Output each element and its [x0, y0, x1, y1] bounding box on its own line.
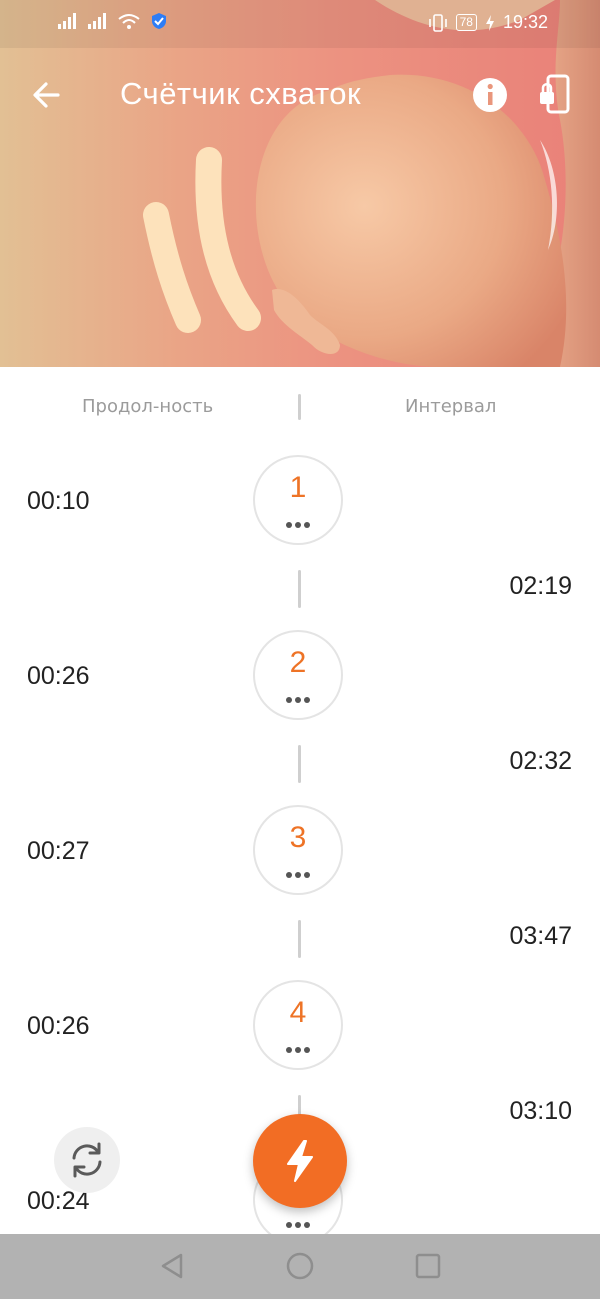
vibrate-icon [428, 13, 447, 32]
contraction-row: 00:26 4 [0, 980, 600, 1076]
contraction-row: 00:27 3 [0, 805, 600, 901]
page-title: Счётчик схваток [120, 76, 362, 111]
nav-recent-icon[interactable] [412, 1250, 444, 1282]
contraction-number-button[interactable]: 4 [253, 980, 343, 1070]
contraction-duration: 00:27 [27, 837, 90, 865]
contraction-number: 3 [289, 821, 307, 854]
contraction-interval: 03:10 [509, 1097, 572, 1125]
refresh-icon [72, 1142, 102, 1178]
contraction-number: 2 [289, 646, 307, 679]
info-button[interactable] [470, 76, 510, 116]
status-right: 78 19:32 [428, 12, 548, 33]
system-nav-bar [0, 1234, 600, 1299]
reset-button[interactable] [54, 1127, 120, 1193]
signal-icon-2 [88, 13, 106, 29]
back-button[interactable] [28, 76, 68, 116]
column-divider [298, 394, 301, 420]
column-headers: Продол-ность Интервал [0, 394, 600, 424]
contraction-interval: 02:19 [509, 572, 572, 600]
nav-home-icon[interactable] [284, 1250, 316, 1282]
interval-column-header: Интервал [405, 396, 497, 417]
header-illustration: 78 19:32 Счётчик схваток [0, 0, 600, 367]
pregnant-belly-illustration [143, 0, 600, 367]
duration-column-header: Продол-ность [82, 396, 214, 417]
contraction-duration: 00:26 [27, 662, 90, 690]
screen-lock-button[interactable] [536, 72, 576, 118]
battery-indicator: 78 [455, 14, 477, 31]
timeline-connector [298, 570, 301, 608]
status-bar: 78 19:32 [0, 0, 600, 48]
contraction-number-button[interactable]: 1 [253, 455, 343, 545]
charging-icon [485, 14, 494, 31]
more-dots-icon [255, 1038, 341, 1057]
contraction-duration: 00:10 [27, 487, 90, 515]
signal-icon [58, 13, 76, 29]
shield-icon [152, 13, 166, 29]
more-dots-icon [255, 1213, 341, 1232]
screen-lock-icon [540, 74, 570, 114]
nav-back-icon[interactable] [156, 1250, 188, 1282]
info-icon [473, 78, 507, 112]
lightning-icon [287, 1140, 313, 1182]
wifi-icon [118, 14, 140, 29]
contraction-row: 00:26 2 [0, 630, 600, 726]
contraction-interval: 03:47 [509, 922, 572, 950]
contraction-number: 4 [289, 996, 307, 1029]
status-left-icons [58, 12, 168, 30]
more-dots-icon [255, 688, 341, 707]
contraction-interval: 02:32 [509, 747, 572, 775]
contraction-number-button[interactable]: 2 [253, 630, 343, 720]
contraction-duration: 00:26 [27, 1012, 90, 1040]
timeline-connector [298, 745, 301, 783]
more-dots-icon [255, 863, 341, 882]
more-dots-icon [255, 513, 341, 532]
timeline-connector [298, 920, 301, 958]
contraction-row: 00:10 1 [0, 455, 600, 551]
contraction-number: 1 [289, 471, 307, 504]
back-arrow-icon [33, 82, 60, 108]
contraction-number-button[interactable]: 3 [253, 805, 343, 895]
start-contraction-button[interactable] [253, 1114, 347, 1208]
clock: 19:32 [502, 12, 548, 32]
